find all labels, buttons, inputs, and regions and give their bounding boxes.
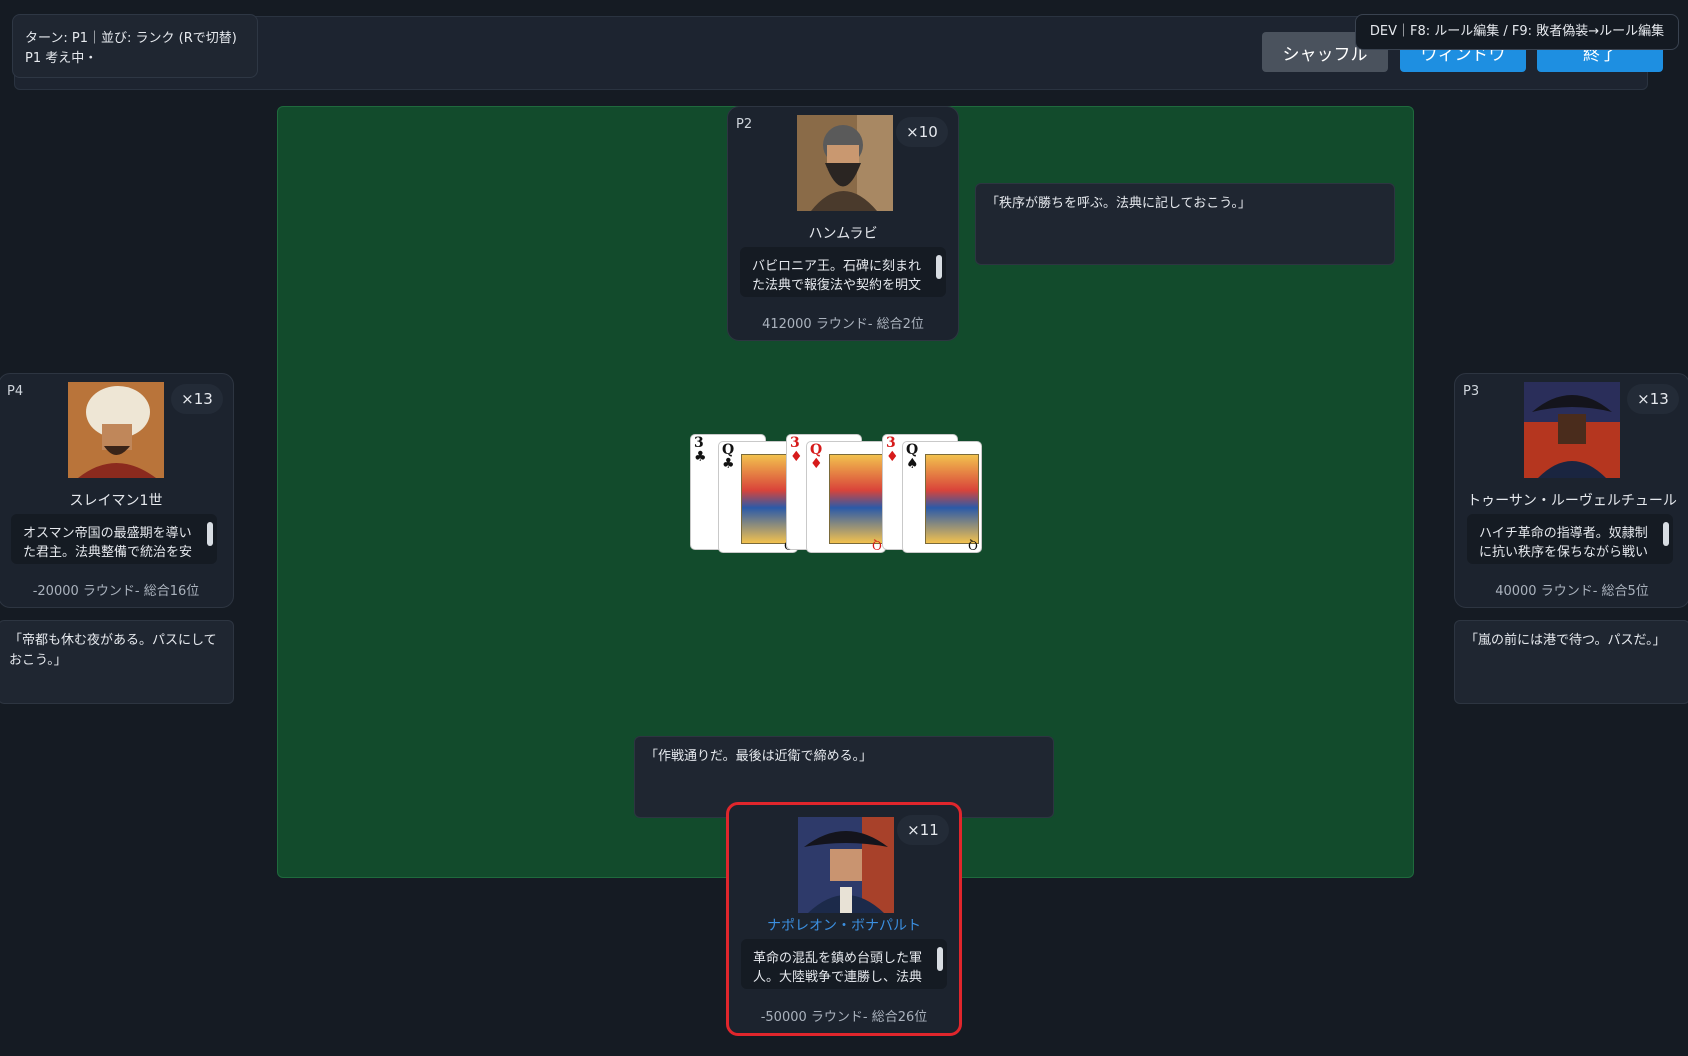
- player-bio[interactable]: 革命の混乱を鎮め台頭した軍人。大陸戦争で連勝し、法典: [741, 939, 947, 989]
- player-bio-text: ハイチ革命の指導者。奴隷制に抗い秩序を保ちながら戦い: [1479, 526, 1649, 560]
- player-score: -50000 ラウンド- 総合26位: [760, 1010, 928, 1025]
- player-tag: P2: [736, 117, 753, 132]
- hand-count-badge: ×11: [897, 815, 949, 845]
- hand-count-badge: ×13: [171, 384, 223, 414]
- player-bio-text: オスマン帝国の最盛期を導いた君主。法典整備で統治を安: [23, 526, 193, 560]
- card-suit: ♦: [790, 449, 803, 465]
- bio-scrollbar[interactable]: [207, 522, 213, 546]
- player-bio-text: バビロニア王。石碑に刻まれた法典で報復法や契約を明文: [752, 259, 922, 293]
- player-tag: P4: [7, 384, 24, 399]
- player-tag: P3: [1463, 384, 1480, 399]
- playing-card[interactable]: Q ♦ Q: [806, 441, 886, 553]
- player-card-p4[interactable]: P4 ×13 スレイマン1世 オスマン帝国の最盛期を導いた君主。法典整備で統治を…: [0, 373, 234, 608]
- card-suit: ♠: [906, 456, 919, 472]
- turn-status: ターン: P1｜並び: ランク (Rで切替): [25, 31, 237, 46]
- queen-face-art: [925, 454, 979, 544]
- player-bio[interactable]: ハイチ革命の指導者。奴隷制に抗い秩序を保ちながら戦い: [1467, 514, 1673, 564]
- card-suit: ♦: [886, 449, 899, 465]
- dev-banner: DEV｜F8: ルール編集 / F9: 敗者偽装→ルール編集: [1355, 14, 1679, 50]
- player-bio[interactable]: バビロニア王。石碑に刻まれた法典で報復法や契約を明文: [740, 247, 946, 297]
- player-score: -20000 ラウンド- 総合16位: [32, 584, 200, 599]
- thinking-status: P1 考え中・: [25, 51, 98, 66]
- card-suit: ♣: [694, 449, 707, 465]
- queen-face-art: [829, 454, 883, 544]
- speech-bubble-p3: 「嵐の前には港で待つ。パスだ。」: [1454, 620, 1688, 704]
- bio-scrollbar[interactable]: [1663, 522, 1669, 546]
- card-suit: ♣: [722, 456, 735, 472]
- player-bio-text: 革命の混乱を鎮め台頭した軍人。大陸戦争で連勝し、法典: [753, 951, 923, 985]
- bio-scrollbar[interactable]: [936, 255, 942, 279]
- speech-bubble-p2: 「秩序が勝ちを呼ぶ。法典に記しておこう。」: [975, 183, 1395, 265]
- player-name: ナポレオン・ボナパルト: [767, 918, 921, 934]
- turban-sultan-portrait-icon: [68, 382, 164, 478]
- card-suit: ♦: [810, 456, 823, 472]
- player-card-p1[interactable]: ×11 ナポレオン・ボナパルト 革命の混乱を鎮め台頭した軍人。大陸戦争で連勝し、…: [726, 802, 962, 1036]
- player-card-p3[interactable]: P3 ×13 トゥーサン・ルーヴェルチュール ハイチ革命の指導者。奴隷制に抗い秩…: [1454, 373, 1688, 608]
- status-panel: ターン: P1｜並び: ランク (Rで切替) P1 考え中・: [12, 14, 258, 78]
- player-bio[interactable]: オスマン帝国の最盛期を導いた君主。法典整備で統治を安: [11, 514, 217, 564]
- player-score: 40000 ラウンド- 総合5位: [1495, 584, 1649, 599]
- player-name: ハンムラビ: [808, 226, 878, 242]
- hand-count-badge: ×10: [896, 117, 948, 147]
- player-score: 412000 ラウンド- 総合2位: [762, 317, 924, 332]
- hand-count-badge: ×13: [1627, 384, 1679, 414]
- player-card-p2[interactable]: P2 ×10 ハンムラビ バビロニア王。石碑に刻まれた法典で報復法や契約を明文 …: [727, 106, 959, 341]
- bicorne-general-portrait-icon: [1524, 382, 1620, 478]
- card-rank-bottom: Q: [872, 538, 882, 552]
- playing-card[interactable]: Q ♠ Q: [902, 441, 982, 553]
- napoleon-portrait-icon: [798, 817, 894, 913]
- speech-bubble-p4: 「帝都も休む夜がある。パスにしておこう。」: [0, 620, 234, 704]
- player-name: スレイマン1世: [69, 493, 163, 509]
- card-rank-bottom: Q: [968, 538, 978, 552]
- bearded-man-portrait-icon: [797, 115, 893, 211]
- bio-scrollbar[interactable]: [937, 947, 943, 971]
- player-name: トゥーサン・ルーヴェルチュール: [1467, 493, 1677, 509]
